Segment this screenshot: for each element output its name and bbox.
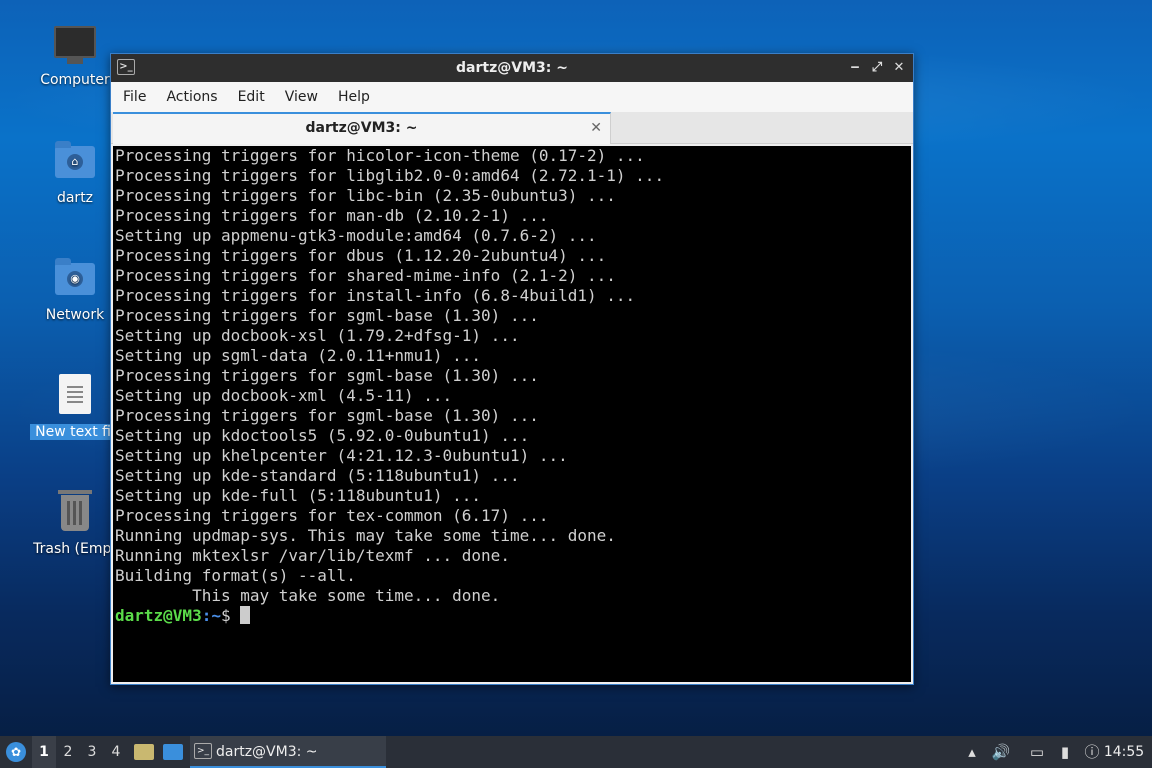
show-desktop-button[interactable] <box>160 736 186 768</box>
terminal-line: Setting up docbook-xml (4.5-11) ... <box>115 386 453 405</box>
menu-file[interactable]: File <box>113 82 156 112</box>
terminal-line: This may take some time... done. <box>115 586 501 605</box>
terminal-line: Setting up kde-standard (5:118ubuntu1) .… <box>115 466 520 485</box>
terminal-line: Setting up khelpcenter (4:21.12.3-0ubunt… <box>115 446 568 465</box>
tab-label: dartz@VM3: ~ <box>305 120 418 136</box>
menu-help[interactable]: Help <box>328 82 380 112</box>
desktop-icon-trash[interactable]: Trash (Empt <box>30 490 120 557</box>
terminal-line: Processing triggers for dbus (1.12.20-2u… <box>115 246 607 265</box>
maximize-button[interactable]: ⤢ <box>867 58 887 78</box>
terminal-line: Processing triggers for sgml-base (1.30)… <box>115 406 539 425</box>
minimize-button[interactable]: ‒ <box>845 58 865 78</box>
menu-view[interactable]: View <box>275 82 328 112</box>
terminal-output[interactable]: Processing triggers for hicolor-icon-the… <box>113 146 911 682</box>
file-manager-launcher[interactable] <box>132 736 156 768</box>
file-manager-icon <box>134 744 154 760</box>
workspace-1[interactable]: 1 <box>32 736 56 768</box>
home-folder-icon: ⌂ <box>53 140 97 184</box>
prompt-symbol: $ <box>220 606 241 625</box>
desktop-icon-network[interactable]: ◉ Network <box>30 257 120 323</box>
terminal-line: Setting up sgml-data (2.0.11+nmu1) ... <box>115 346 482 365</box>
network-tray-icon[interactable]: ▭ <box>1026 736 1048 768</box>
close-button[interactable]: ✕ <box>889 58 909 78</box>
trash-icon <box>53 490 97 535</box>
prompt-separator: : <box>201 606 212 625</box>
terminal-line: Processing triggers for libc-bin (2.35-0… <box>115 186 616 205</box>
tray-expand-icon[interactable]: ▴ <box>962 736 982 768</box>
terminal-line: Processing triggers for tex-common (6.17… <box>115 506 549 525</box>
clipboard-icon[interactable]: ▮ <box>1054 736 1076 768</box>
task-label: dartz@VM3: ~ <box>216 744 318 760</box>
volume-icon[interactable]: 🔊 <box>990 736 1012 768</box>
desktop-icon-computer[interactable]: Computer <box>30 22 120 88</box>
terminal-line: Setting up kde-full (5:118ubuntu1) ... <box>115 486 482 505</box>
text-file-icon <box>53 374 97 418</box>
update-notifier-icon[interactable]: ⓘ <box>1080 736 1104 768</box>
terminal-line: Running mktexlsr /var/lib/texmf ... done… <box>115 546 510 565</box>
window-titlebar[interactable]: >_ dartz@VM3: ~ ‒ ⤢ ✕ <box>111 54 913 82</box>
desktop-icon-label: Trash (Empt <box>33 541 117 557</box>
terminal-line: Processing triggers for shared-mime-info… <box>115 266 616 285</box>
terminal-line: Processing triggers for libglib2.0-0:amd… <box>115 166 665 185</box>
workspace-4[interactable]: 4 <box>104 736 128 768</box>
terminal-line: Processing triggers for sgml-base (1.30)… <box>115 306 539 325</box>
lubuntu-logo-icon: ✿ <box>6 742 26 762</box>
terminal-line: Processing triggers for install-info (6.… <box>115 286 636 305</box>
tab-terminal[interactable]: dartz@VM3: ~ ✕ <box>113 112 611 144</box>
prompt-path: ~ <box>211 606 221 625</box>
desktop-icon-label: Computer <box>40 72 110 88</box>
terminal-line: Processing triggers for sgml-base (1.30)… <box>115 366 539 385</box>
desktop-icon-label: Network <box>45 307 105 323</box>
tab-bar: dartz@VM3: ~ ✕ <box>111 112 913 144</box>
terminal-line: Setting up kdoctools5 (5.92.0-0ubuntu1) … <box>115 426 530 445</box>
clock[interactable]: 14:55 <box>1102 736 1146 768</box>
terminal-prompt: dartz@VM3:~$ <box>115 606 911 626</box>
tab-close-icon[interactable]: ✕ <box>590 114 602 142</box>
menu-edit[interactable]: Edit <box>228 82 275 112</box>
terminal-line: Setting up appmenu-gtk3-module:amd64 (0.… <box>115 226 597 245</box>
desktop-icon <box>163 744 183 760</box>
network-folder-icon: ◉ <box>53 257 97 301</box>
workspace-3[interactable]: 3 <box>80 736 104 768</box>
window-title: dartz@VM3: ~ <box>456 60 568 76</box>
terminal-line: Processing triggers for hicolor-icon-the… <box>115 146 645 165</box>
terminal-task-icon: >_ <box>194 743 212 759</box>
menu-bar: File Actions Edit View Help <box>111 82 913 112</box>
menu-actions[interactable]: Actions <box>156 82 227 112</box>
desktop-icon-text-file[interactable]: New text fil <box>30 374 120 440</box>
taskbar-task-terminal[interactable]: >_ dartz@VM3: ~ <box>190 736 386 768</box>
desktop-icon-home[interactable]: ⌂ dartz <box>30 140 120 206</box>
desktop-icon-label: dartz <box>56 190 94 206</box>
prompt-user: dartz@VM3 <box>115 606 202 625</box>
text-cursor <box>240 606 251 624</box>
terminal-line: Running updmap-sys. This may take some t… <box>115 526 616 545</box>
start-menu-button[interactable]: ✿ <box>4 736 28 768</box>
terminal-window[interactable]: >_ dartz@VM3: ~ ‒ ⤢ ✕ File Actions Edit … <box>110 53 914 685</box>
terminal-line: Setting up docbook-xsl (1.79.2+dfsg-1) .… <box>115 326 520 345</box>
taskbar: ✿ 1 2 3 4 >_ dartz@VM3: ~ ▴ 🔊 ▭ ▮ ⓘ 14:5… <box>0 736 1152 768</box>
terminal-line: Building format(s) --all. <box>115 566 356 585</box>
computer-icon <box>53 22 97 66</box>
terminal-line: Processing triggers for man-db (2.10.2-1… <box>115 206 549 225</box>
desktop-icon-label: New text fil <box>30 424 120 440</box>
workspace-2[interactable]: 2 <box>56 736 80 768</box>
